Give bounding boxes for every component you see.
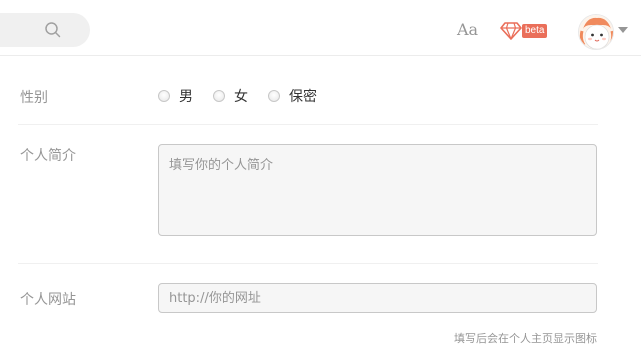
beta-badge: beta [522,24,548,38]
bio-textarea[interactable] [158,144,597,236]
website-input[interactable] [158,283,597,313]
font-settings-label: Aa [457,20,479,39]
search-input[interactable] [0,13,90,47]
radio-button[interactable] [268,90,280,102]
radio-label: 保密 [289,89,317,105]
row-divider [18,263,598,264]
bio-label: 个人简介 [20,148,76,164]
gender-option-male[interactable]: 男 [158,86,193,106]
avatar-image [579,15,613,49]
gender-label: 性别 [20,90,48,106]
gender-option-secret[interactable]: 保密 [268,86,317,106]
font-settings-button[interactable]: Aa [457,20,478,39]
radio-button[interactable] [213,90,225,102]
website-hint: 填写后会在个人主页显示图标 [454,332,597,345]
website-label: 个人网站 [20,292,76,308]
diamond-icon [500,22,522,40]
search-icon[interactable] [44,21,62,39]
top-navbar: Aa beta [0,0,641,56]
row-divider [18,124,598,125]
gender-option-female[interactable]: 女 [213,86,248,106]
user-avatar[interactable] [578,14,614,50]
radio-button[interactable] [158,90,170,102]
gender-radio-group: 男 女 保密 [158,86,337,106]
chevron-down-icon[interactable] [618,26,628,34]
radio-label: 女 [234,89,248,105]
radio-label: 男 [179,89,193,105]
